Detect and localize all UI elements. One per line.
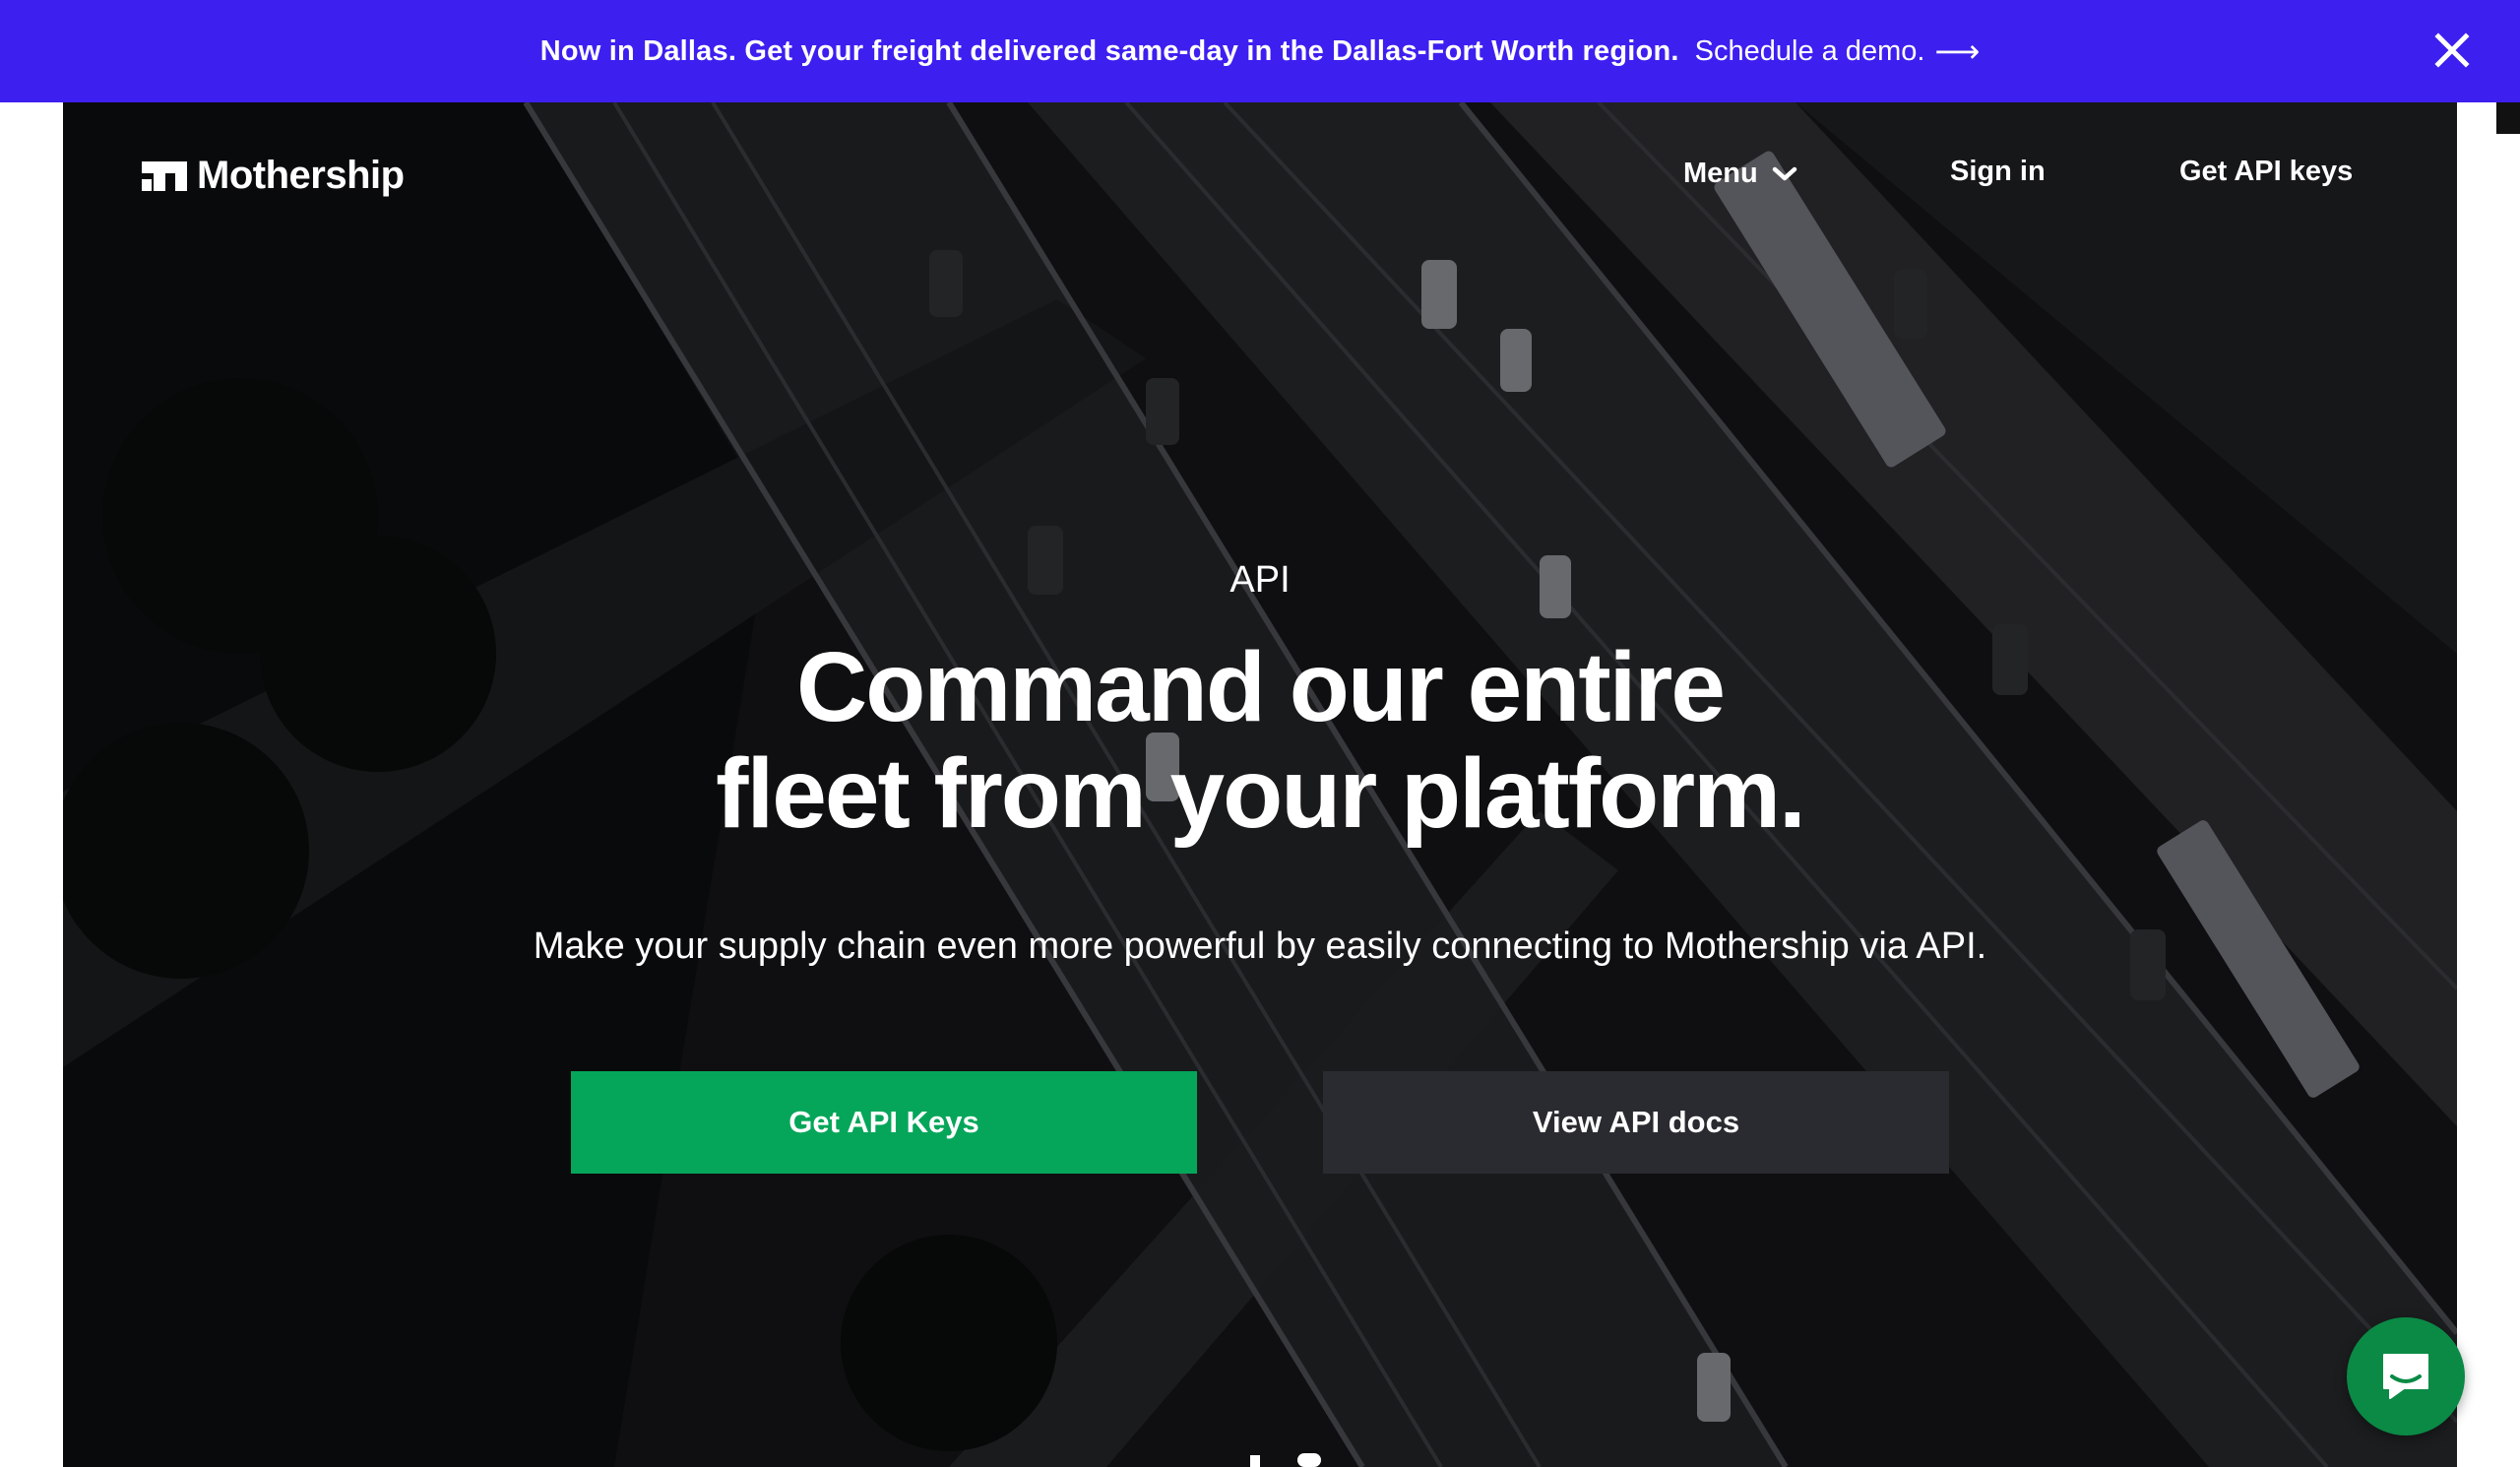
sign-in-link[interactable]: Sign in [1950,156,2046,188]
announcement-text: Now in Dallas. Get your freight delivere… [539,34,1679,67]
view-api-docs-button[interactable]: View API docs [1323,1071,1949,1174]
top-navigation: Mothership Menu Sign in Get API keys [63,102,2457,250]
announcement-bar: Now in Dallas. Get your freight delivere… [0,0,2520,102]
menu-dropdown[interactable]: Menu [1683,158,1797,190]
logo-text: Mothership [197,154,405,197]
schedule-demo-label: Schedule a demo. [1694,34,1925,67]
arrow-right-icon: ⟶ [1934,33,1981,69]
get-api-keys-button[interactable]: Get API Keys [571,1071,1197,1174]
hero-subhead: Make your supply chain even more powerfu… [533,925,1987,967]
mothership-logo[interactable]: Mothership [142,154,405,198]
hero-headline: Command our entire fleet from your platf… [63,634,2457,847]
headline-line-1: Command our entire [796,632,1726,742]
schedule-demo-link[interactable]: Schedule a demo. ⟶ [1695,32,1981,70]
next-section-peek [1250,1453,1321,1467]
headline-line-2: fleet from your platform. [716,738,1806,849]
chat-launcher-button[interactable] [2347,1317,2465,1435]
logo-mark-icon [142,160,187,191]
chevron-down-icon [1772,166,1796,180]
menu-label: Menu [1683,158,1758,189]
hero-eyebrow: API [1229,559,1291,601]
hero-section: Mothership Menu Sign in Get API keys API… [63,102,2457,1467]
get-api-keys-link[interactable]: Get API keys [2179,156,2353,188]
close-icon[interactable] [2429,28,2475,73]
scrollbar-thumb[interactable] [2496,102,2520,134]
chat-bubble-icon [2383,1354,2428,1399]
